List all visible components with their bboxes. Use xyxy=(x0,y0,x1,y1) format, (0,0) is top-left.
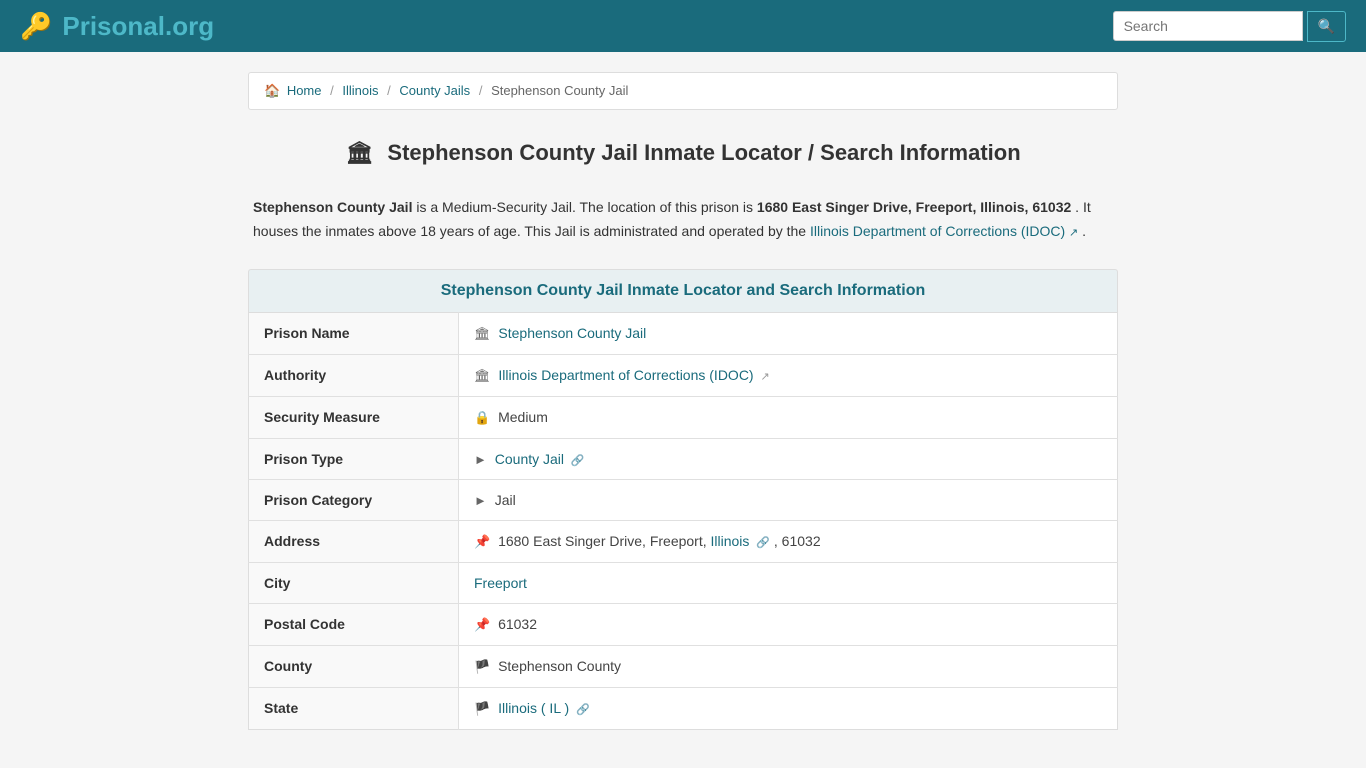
table-row: County 🏴 Stephenson County xyxy=(249,645,1118,687)
main-content: 🏠 Home / Illinois / County Jails / Steph… xyxy=(233,72,1133,730)
security-value: Medium xyxy=(498,409,548,425)
page-title: 🏛 Stephenson County Jail Inmate Locator … xyxy=(248,130,1118,176)
table-row: City Freeport xyxy=(249,562,1118,603)
title-icon: 🏛 xyxy=(345,140,373,165)
breadcrumb-home[interactable]: Home xyxy=(287,83,322,98)
logo-domain: .org xyxy=(165,11,214,41)
label-address: Address xyxy=(249,520,459,562)
value-postal: 📌 61032 xyxy=(459,603,1118,645)
search-icon: 🔍 xyxy=(1318,18,1335,34)
section-header: Stephenson County Jail Inmate Locator an… xyxy=(248,269,1118,312)
logo-name: Prisonal xyxy=(62,11,165,41)
prison-name-link[interactable]: Stephenson County Jail xyxy=(498,325,646,341)
label-state: State xyxy=(249,687,459,729)
table-row: State 🏴 Illinois ( IL ) 🔗 xyxy=(249,687,1118,729)
prison-type-link[interactable]: County Jail xyxy=(495,451,564,467)
postal-value: 61032 xyxy=(498,616,537,632)
section-header-text: Stephenson County Jail Inmate Locator an… xyxy=(441,282,926,299)
breadcrumb-illinois[interactable]: Illinois xyxy=(342,83,378,98)
address-state-link[interactable]: Illinois xyxy=(711,533,750,549)
authority-icon: 🏛 xyxy=(474,368,491,383)
table-row: Security Measure 🔒 Medium xyxy=(249,396,1118,438)
value-county: 🏴 Stephenson County xyxy=(459,645,1118,687)
table-row: Prison Type ► County Jail 🔗 xyxy=(249,438,1118,479)
value-city: Freeport xyxy=(459,562,1118,603)
security-icon: 🔒 xyxy=(474,410,490,425)
description-intro: is a Medium-Security Jail. The location … xyxy=(416,199,757,215)
page-title-text: Stephenson County Jail Inmate Locator / … xyxy=(387,140,1020,165)
search-input[interactable] xyxy=(1113,11,1303,41)
type-icon: ► xyxy=(474,452,487,467)
logo-icon: 🔑 xyxy=(20,11,52,42)
search-button[interactable]: 🔍 xyxy=(1307,11,1346,42)
postal-icon: 📌 xyxy=(474,617,490,632)
city-link[interactable]: Freeport xyxy=(474,575,527,591)
breadcrumb-current: Stephenson County Jail xyxy=(491,83,628,98)
address-link-icon: 🔗 xyxy=(756,537,770,549)
value-address: 📌 1680 East Singer Drive, Freeport, Illi… xyxy=(459,520,1118,562)
table-row: Postal Code 📌 61032 xyxy=(249,603,1118,645)
logo-area: 🔑 Prisonal.org xyxy=(20,11,214,42)
address-zip: , 61032 xyxy=(774,533,821,549)
site-header: 🔑 Prisonal.org 🔍 xyxy=(0,0,1366,52)
label-prison-name: Prison Name xyxy=(249,312,459,354)
breadcrumb-sep3: / xyxy=(479,83,483,98)
value-category: ► Jail xyxy=(459,479,1118,520)
info-table: Prison Name 🏛 Stephenson County Jail Aut… xyxy=(248,312,1118,730)
logo-text: Prisonal.org xyxy=(62,11,214,42)
table-row: Authority 🏛 Illinois Department of Corre… xyxy=(249,354,1118,396)
address-bold: 1680 East Singer Drive, Freeport, Illino… xyxy=(757,199,1071,215)
address-icon: 📌 xyxy=(474,534,490,549)
type-link-icon: 🔗 xyxy=(571,455,585,467)
value-security: 🔒 Medium xyxy=(459,396,1118,438)
county-value: Stephenson County xyxy=(498,658,621,674)
state-link-icon: 🔗 xyxy=(576,704,590,716)
label-category: Prison Category xyxy=(249,479,459,520)
breadcrumb-county-jails[interactable]: County Jails xyxy=(399,83,470,98)
breadcrumb-sep1: / xyxy=(330,83,334,98)
breadcrumb-sep2: / xyxy=(387,83,391,98)
category-value: Jail xyxy=(495,492,516,508)
value-prison-type: ► County Jail 🔗 xyxy=(459,438,1118,479)
county-icon: 🏴 xyxy=(474,659,490,674)
authority-ext-icon: ↗ xyxy=(760,371,769,383)
label-authority: Authority xyxy=(249,354,459,396)
home-icon: 🏠 xyxy=(264,83,280,98)
category-icon: ► xyxy=(474,493,487,508)
label-security: Security Measure xyxy=(249,396,459,438)
prison-name-icon: 🏛 xyxy=(474,326,491,341)
table-row: Address 📌 1680 East Singer Drive, Freepo… xyxy=(249,520,1118,562)
authority-table-link[interactable]: Illinois Department of Corrections (IDOC… xyxy=(498,367,753,383)
table-row: Prison Name 🏛 Stephenson County Jail xyxy=(249,312,1118,354)
state-icon: 🏴 xyxy=(474,701,490,716)
label-postal: Postal Code xyxy=(249,603,459,645)
info-section: Stephenson County Jail Inmate Locator an… xyxy=(248,269,1118,730)
address-text-start: 1680 East Singer Drive, Freeport, xyxy=(498,533,710,549)
authority-link[interactable]: Illinois Department of Corrections (IDOC… xyxy=(810,223,1082,239)
search-area: 🔍 xyxy=(1113,11,1346,42)
value-authority: 🏛 Illinois Department of Corrections (ID… xyxy=(459,354,1118,396)
label-prison-type: Prison Type xyxy=(249,438,459,479)
state-link[interactable]: Illinois ( IL ) xyxy=(498,700,569,716)
description-end: . xyxy=(1082,223,1086,239)
description: Stephenson County Jail is a Medium-Secur… xyxy=(248,196,1118,244)
label-city: City xyxy=(249,562,459,603)
breadcrumb: 🏠 Home / Illinois / County Jails / Steph… xyxy=(248,72,1118,110)
value-prison-name: 🏛 Stephenson County Jail xyxy=(459,312,1118,354)
jail-name-bold: Stephenson County Jail xyxy=(253,199,412,215)
table-row: Prison Category ► Jail xyxy=(249,479,1118,520)
value-state: 🏴 Illinois ( IL ) 🔗 xyxy=(459,687,1118,729)
ext-link-icon: ↗ xyxy=(1069,227,1078,239)
label-county: County xyxy=(249,645,459,687)
authority-link-text: Illinois Department of Corrections (IDOC… xyxy=(810,223,1065,239)
